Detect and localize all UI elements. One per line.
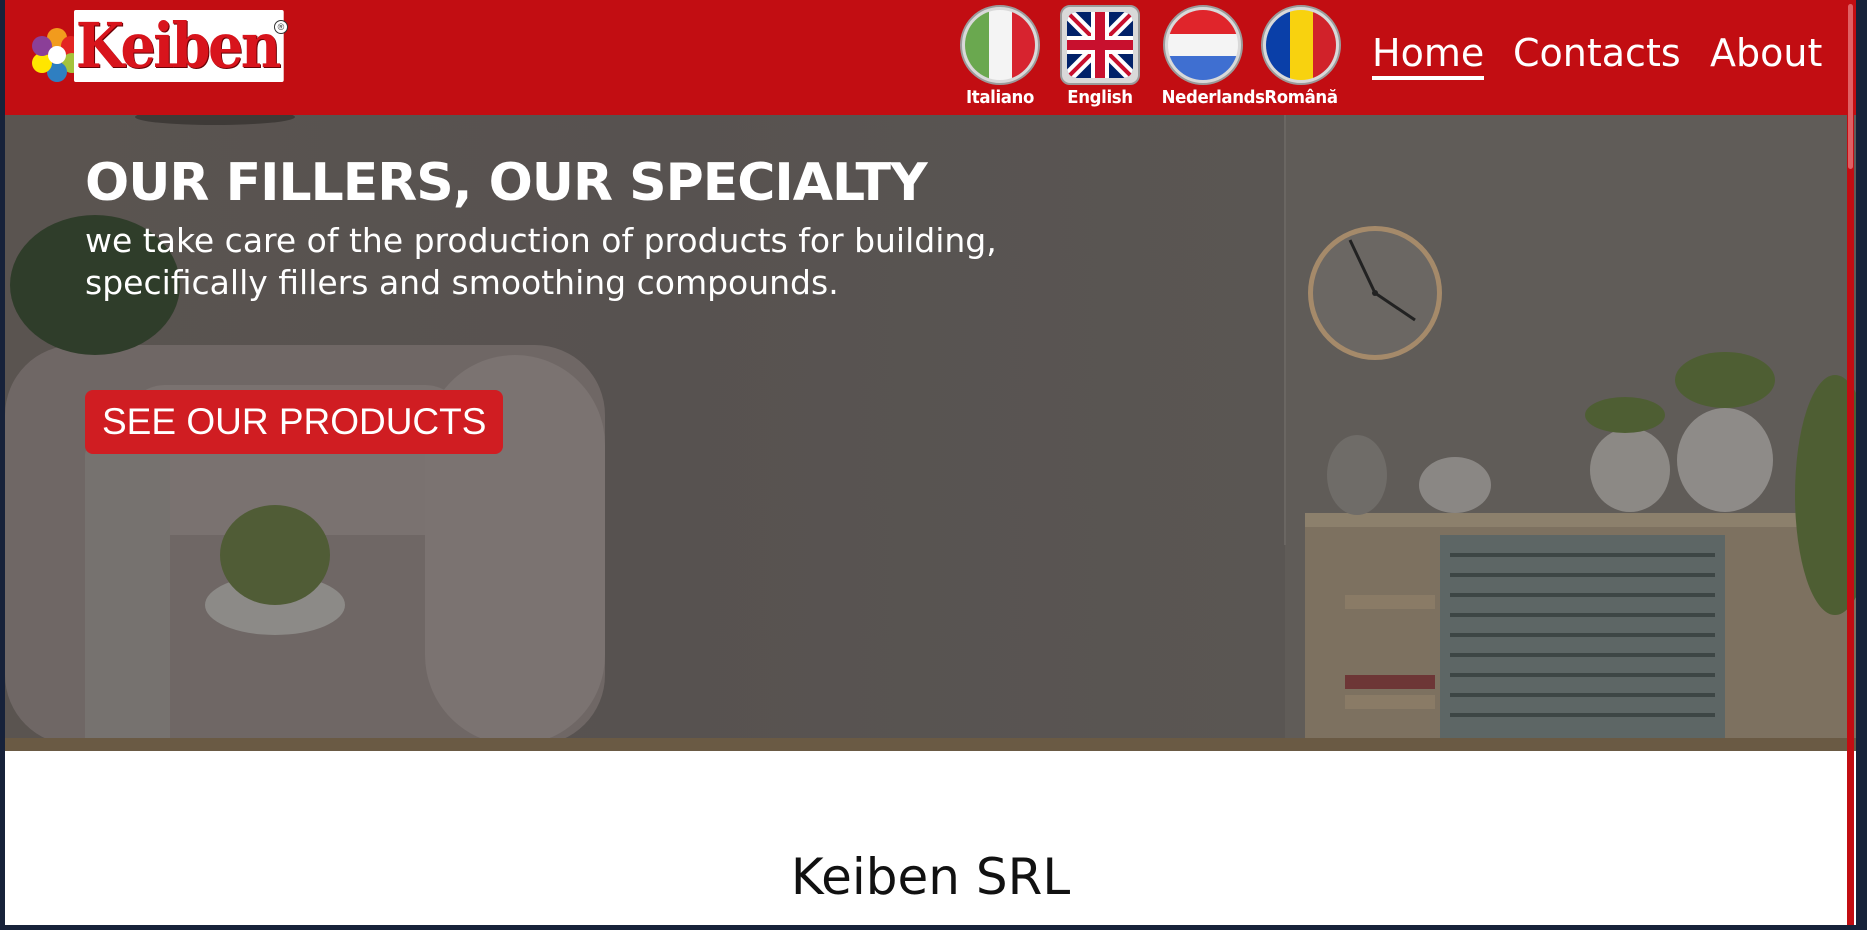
page: Keiben ® Italiano English Nederlands Rom… <box>5 0 1856 925</box>
lang-romana[interactable]: Română <box>1256 5 1346 108</box>
lang-nederlands[interactable]: Nederlands <box>1158 5 1265 108</box>
flag-frame <box>960 5 1040 85</box>
registered-mark: ® <box>274 20 288 34</box>
flag-frame <box>1261 5 1341 85</box>
lang-label: Română <box>1264 87 1338 108</box>
see-products-button[interactable]: SEE OUR PRODUCTS <box>85 390 504 454</box>
scrollbar-thumb[interactable] <box>1848 4 1853 169</box>
uk-flag-icon <box>1067 12 1133 78</box>
nav-home[interactable]: Home <box>1372 30 1485 80</box>
flag-frame <box>1163 5 1243 85</box>
nav-about[interactable]: About <box>1710 30 1822 76</box>
brand-wordmark: Keiben <box>74 10 285 82</box>
romania-flag-icon <box>1266 10 1336 80</box>
hero-banner: OUR FILLERS, OUR SPECIALTY we take care … <box>5 115 1856 751</box>
site-header: Keiben ® Italiano English Nederlands Rom… <box>5 0 1856 115</box>
clock-icon <box>1308 226 1442 360</box>
hero-title: OUR FILLERS, OUR SPECIALTY <box>85 153 928 213</box>
hero-subtitle: we take care of the production of produc… <box>85 221 997 302</box>
lang-label: English <box>1067 87 1133 108</box>
section-heading: Keiben SRL <box>790 848 1071 906</box>
netherlands-flag-icon <box>1168 10 1238 80</box>
lang-label: Nederlands <box>1161 87 1265 108</box>
lang-label: Italiano <box>965 87 1034 108</box>
brand-logo[interactable]: Keiben ® <box>22 8 292 84</box>
lang-italiano[interactable]: Italiano <box>955 5 1045 108</box>
italy-flag-icon <box>965 10 1035 80</box>
scrollbar[interactable] <box>1847 0 1854 925</box>
lang-english[interactable]: English <box>1055 5 1145 108</box>
flag-frame <box>1060 5 1140 85</box>
nav-contacts[interactable]: Contacts <box>1513 30 1681 76</box>
